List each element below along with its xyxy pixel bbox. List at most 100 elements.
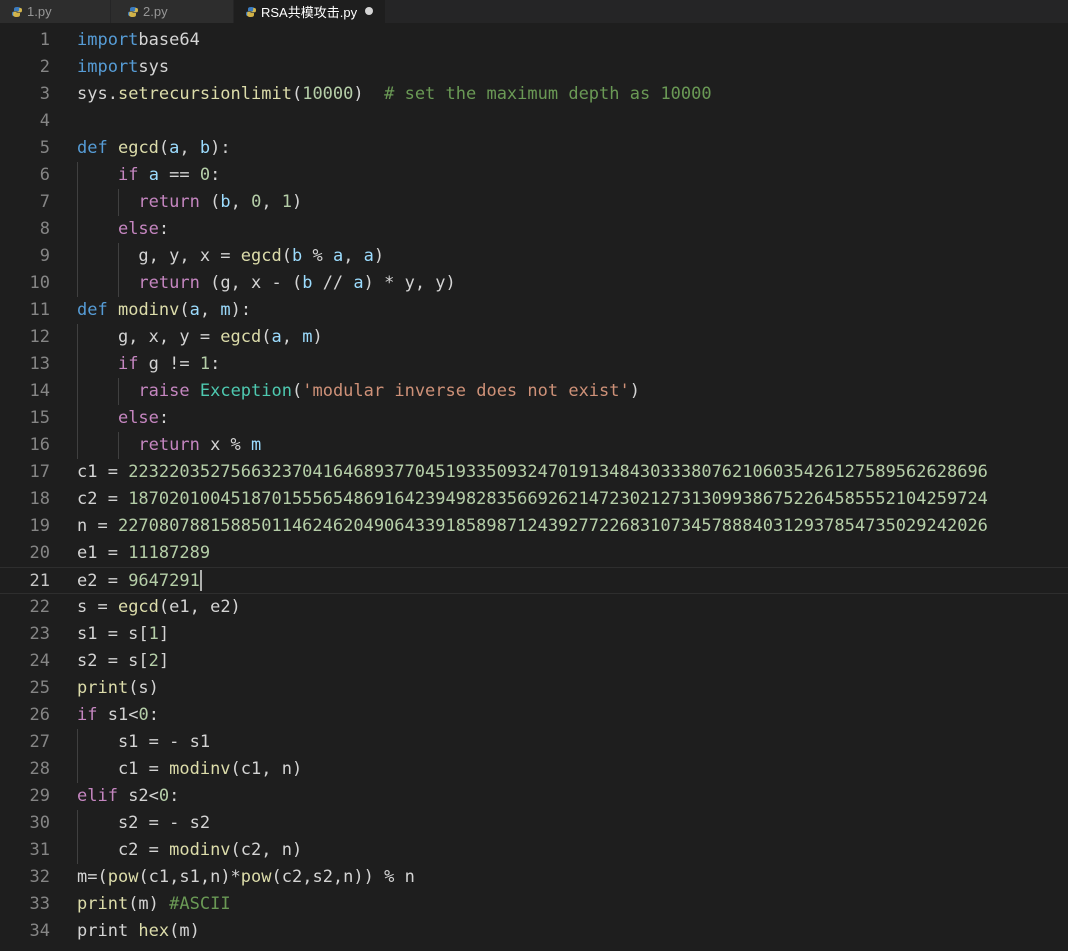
line-number: 25 [29, 678, 50, 698]
tab-1-py[interactable]: 1.py [0, 0, 111, 23]
unsaved-changes-dot-icon[interactable] [365, 7, 373, 15]
indent-guide [117, 378, 119, 405]
code-line[interactable]: 28 c1 = modinv(c1, n) [0, 756, 1068, 783]
code-line[interactable]: 27 s1 = - s1 [0, 729, 1068, 756]
code-text: raise Exception('modular inverse does no… [138, 381, 640, 401]
code-text: else: [117, 408, 170, 428]
line-number: 3 [39, 84, 50, 104]
text-cursor [199, 570, 202, 591]
code-line[interactable]: 14 raise Exception('modular inverse does… [0, 378, 1068, 405]
code-text: e1 = 11187289 [77, 543, 211, 563]
tab-rsa-common-modulus-attack-py[interactable]: RSA共模攻击.py [234, 0, 386, 23]
code-line[interactable]: 12 g, x, y = egcd(a, m) [0, 324, 1068, 351]
code-line[interactable]: 23 s1 = s[1] [0, 621, 1068, 648]
line-number: 27 [29, 732, 50, 752]
line-number: 26 [29, 705, 50, 725]
line-number: 33 [29, 894, 50, 914]
code-line[interactable]: 18 c2 = 187020100451870155565486916423949… [0, 486, 1068, 513]
code-editor[interactable]: 1 importbase64 2 importsys 3 sys.setrecursion… [0, 27, 1068, 951]
code-text: return (g, x - (b // a) * y, y) [138, 273, 456, 293]
code-text: m=(pow(c1,s1,n)*pow(c2,s2,n)) % n [77, 867, 415, 887]
code-text: c2 = modinv(c2, n) [77, 840, 303, 860]
code-line[interactable]: 2 importsys [0, 54, 1068, 81]
line-number: 32 [29, 867, 50, 887]
code-line[interactable]: 15 else: [0, 405, 1068, 432]
code-line[interactable]: 3 sys.setrecursionlimit(10000) # set the … [0, 81, 1068, 108]
code-line[interactable]: 5 def egcd(a, b): [0, 135, 1068, 162]
code-text: g, x, y = egcd(a, m) [77, 327, 323, 347]
code-line[interactable]: 22 s = egcd(e1, e2) [0, 594, 1068, 621]
line-number: 4 [39, 111, 50, 131]
line-number: 18 [29, 489, 50, 509]
line-number: 14 [29, 381, 50, 401]
code-text: if a == 0: [117, 165, 221, 185]
code-line[interactable]: 11 def modinv(a, m): [0, 297, 1068, 324]
code-line[interactable]: 34 print hex(m) [0, 918, 1068, 945]
code-line[interactable]: 26 if s1<0: [0, 702, 1068, 729]
code-text: def egcd(a, b): [77, 138, 231, 158]
line-number: 7 [39, 192, 50, 212]
code-line[interactable]: 10 return (g, x - (b // a) * y, y) [0, 270, 1068, 297]
line-number: 5 [39, 138, 50, 158]
code-text: g, y, x = egcd(b % a, a) [77, 246, 385, 266]
indent-guide [117, 243, 119, 297]
code-line[interactable]: 21 e2 = 9647291 [0, 567, 1068, 594]
line-number: 2 [39, 57, 50, 77]
code-line[interactable]: 29 elif s2<0: [0, 783, 1068, 810]
tab-2-py[interactable]: 2.py [111, 0, 234, 23]
tab-label: RSA共模攻击.py [261, 5, 358, 20]
line-number: 8 [39, 219, 50, 239]
code-text: c1 = 22322035275663237041646893770451933… [77, 462, 988, 482]
line-number: 16 [29, 435, 50, 455]
line-number: 21 [29, 571, 50, 591]
code-line[interactable]: 19 n = 2270807881588501146246204906433918… [0, 513, 1068, 540]
line-number: 28 [29, 759, 50, 779]
code-line[interactable]: 24 s2 = s[2] [0, 648, 1068, 675]
line-number: 9 [39, 246, 50, 266]
tab-bar: 1.py 2.py RSA共模攻击.py [0, 0, 1068, 23]
code-line[interactable]: 4 [0, 108, 1068, 135]
code-text: s2 = - s2 [77, 813, 211, 833]
indent-guide [77, 324, 78, 459]
line-number: 31 [29, 840, 50, 860]
code-line[interactable]: 32 m=(pow(c1,s1,n)*pow(c2,s2,n)) % n [0, 864, 1068, 891]
line-number: 19 [29, 516, 50, 536]
code-line[interactable]: 8 else: [0, 216, 1068, 243]
line-number: 6 [39, 165, 50, 185]
code-line[interactable]: 7 return (b, 0, 1) [0, 189, 1068, 216]
indent-guide [117, 189, 119, 216]
line-number: 29 [29, 786, 50, 806]
code-text: importsys [77, 57, 170, 77]
code-text: if g != 1: [117, 354, 221, 374]
code-line[interactable]: 20 e1 = 11187289 [0, 540, 1068, 567]
indent-guide [77, 162, 78, 297]
line-number: 17 [29, 462, 50, 482]
code-text: return x % m [138, 435, 262, 455]
code-text: n = 227080788158850114624620490643391858… [77, 516, 988, 536]
code-line[interactable]: 9 g, y, x = egcd(b % a, a) [0, 243, 1068, 270]
line-number: 1 [39, 30, 50, 50]
code-text: s1 = s[1] [77, 624, 170, 644]
code-line[interactable]: 17 c1 = 223220352756632370416468937704519… [0, 459, 1068, 486]
line-number: 13 [29, 354, 50, 374]
line-number: 11 [29, 300, 50, 320]
code-text: print(m) #ASCII [77, 894, 231, 914]
code-line[interactable]: 1 importbase64 [0, 27, 1068, 54]
code-line[interactable]: 33 print(m) #ASCII [0, 891, 1068, 918]
line-number: 15 [29, 408, 50, 428]
code-line[interactable]: 25 print(s) [0, 675, 1068, 702]
code-line[interactable]: 6 if a == 0: [0, 162, 1068, 189]
code-text: print hex(m) [77, 921, 200, 941]
code-line[interactable]: 13 if g != 1: [0, 351, 1068, 378]
tab-label: 2.py [143, 4, 168, 19]
code-line[interactable]: 31 c2 = modinv(c2, n) [0, 837, 1068, 864]
indent-guide [77, 810, 78, 864]
code-text: s = egcd(e1, e2) [77, 597, 241, 617]
line-number: 10 [29, 273, 50, 293]
code-line[interactable]: 30 s2 = - s2 [0, 810, 1068, 837]
code-text: else: [117, 219, 170, 239]
tab-label: 1.py [27, 4, 52, 19]
code-text: importbase64 [77, 30, 200, 50]
code-line[interactable]: 16 return x % m [0, 432, 1068, 459]
code-text: c1 = modinv(c1, n) [77, 759, 303, 779]
